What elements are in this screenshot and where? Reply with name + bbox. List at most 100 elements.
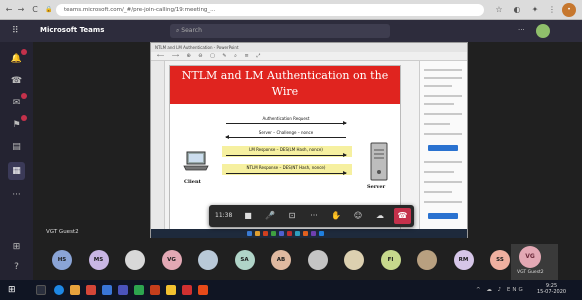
browser-profile-avatar[interactable]: • [562, 3, 576, 17]
panel-line [424, 181, 462, 183]
teams-icon[interactable]: ⚑ [8, 115, 27, 134]
participant-avatar[interactable] [417, 250, 437, 270]
extension-icon[interactable]: ✦ [530, 5, 540, 15]
word-icon[interactable] [102, 285, 112, 295]
browser-menu-icon[interactable]: ⋮ [547, 5, 557, 15]
notification-badge [21, 93, 27, 99]
self-video-tile: VG VGT Guest2 [511, 244, 558, 280]
taskbar-app-icon [271, 231, 276, 236]
participant-avatar[interactable]: MS [88, 250, 109, 270]
participant-avatar[interactable]: FI [380, 250, 401, 270]
participant-avatar[interactable]: SA [234, 250, 255, 270]
participant-avatar[interactable]: VG [161, 250, 182, 270]
participant-avatar[interactable] [344, 250, 364, 270]
browser-toolbar: ← → C 🔒 teams.microsoft.com/_#/pre-join-… [0, 0, 582, 20]
activity-icon[interactable]: 🔔 [8, 49, 27, 68]
more-apps-icon[interactable]: ··· [8, 186, 25, 204]
arrow-to-server [226, 153, 347, 157]
panel-line [424, 123, 450, 125]
participant-avatar[interactable]: HS [52, 250, 72, 270]
server-label: Server [367, 184, 386, 190]
panel-line [424, 77, 462, 79]
windows-taskbar: ⊞ ^ ☁ ♪ ENG 9:25 15-07-2020 [0, 280, 582, 300]
system-clock[interactable]: 9:25 15-07-2020 [537, 283, 566, 295]
raise-hand-icon[interactable]: ✋ [329, 209, 343, 223]
participant-avatar[interactable] [198, 250, 218, 270]
extension-icon[interactable]: ◐ [512, 5, 522, 15]
bookmark-star-icon[interactable]: ☆ [494, 5, 504, 15]
panel-line [424, 171, 454, 173]
shared-window-title: NTLM and LM Authentication - PowerPoint [151, 43, 467, 52]
notification-badge [21, 49, 27, 55]
forward-icon[interactable]: → [16, 5, 26, 15]
shared-toolbar: ⟵ ⟶ ⊕ ⊖ ▢ ✎ ⌕ ≡ ⤢ [151, 52, 467, 61]
files-icon[interactable]: ▤ [8, 138, 25, 156]
app-icon[interactable] [134, 285, 144, 295]
message-label: Authentication Request [262, 116, 310, 121]
teams-icon[interactable] [118, 285, 128, 295]
app-icon[interactable] [166, 285, 176, 295]
panel-line [424, 69, 462, 71]
file-explorer-icon[interactable] [70, 285, 80, 295]
participant-avatar[interactable] [307, 250, 328, 270]
panel-line [424, 85, 452, 87]
taskbar-app-icon [247, 231, 252, 236]
participant-avatar[interactable]: SS [490, 250, 510, 270]
participant-avatar[interactable]: AB [271, 250, 291, 270]
shared-taskbar [151, 229, 467, 238]
app-icon[interactable] [182, 285, 192, 295]
calendar-icon[interactable]: ▦ [8, 162, 25, 180]
system-tray[interactable]: ^ ☁ ♪ ENG [476, 287, 525, 293]
windows-start-icon[interactable]: ⊞ [8, 285, 18, 295]
panel-line [424, 191, 452, 193]
panel-button[interactable] [428, 213, 458, 219]
panel-button[interactable] [428, 145, 458, 151]
chrome-icon[interactable] [54, 285, 64, 295]
slide-thumbnails [151, 61, 165, 237]
powerpoint-icon[interactable] [150, 285, 160, 295]
search-input[interactable]: ⌕ Search [170, 24, 390, 38]
app-icon[interactable] [86, 285, 96, 295]
arrow-to-client [225, 135, 346, 139]
participant-avatar[interactable]: RM [453, 250, 474, 270]
search-icon[interactable] [36, 285, 46, 295]
panel-line [424, 161, 462, 163]
app-launcher-icon[interactable]: ⠿ [12, 26, 22, 36]
clock-date: 15-07-2020 [537, 289, 567, 295]
taskbar-app-icon [303, 231, 308, 236]
apps-icon[interactable]: ⊞ [8, 238, 25, 256]
more-actions-icon[interactable]: ··· [307, 209, 321, 223]
user-avatar[interactable] [536, 24, 550, 38]
back-icon[interactable]: ← [4, 5, 14, 15]
app-icon[interactable] [198, 285, 208, 295]
self-name: VGT Guest2 [517, 270, 544, 275]
calls-icon[interactable]: ☎ [8, 72, 25, 90]
chat-icon[interactable]: ✉ [8, 93, 27, 112]
panel-line [424, 133, 462, 135]
participant-avatar[interactable] [125, 250, 145, 270]
address-bar[interactable]: teams.microsoft.com/_#/pre-join-calling/… [56, 4, 484, 16]
panel-line [424, 95, 462, 97]
arrow-to-server [226, 171, 347, 175]
panel-line [424, 113, 462, 115]
camera-icon[interactable]: ■ [241, 209, 255, 223]
more-options-icon[interactable]: ··· [518, 26, 525, 34]
help-icon[interactable]: ? [8, 258, 25, 276]
share-screen-icon[interactable]: ⊡ [285, 209, 299, 223]
panel-line [424, 201, 462, 203]
app-title: Microsoft Teams [40, 26, 105, 34]
participants-icon[interactable]: ☁ [373, 209, 387, 223]
search-placeholder: Search [181, 27, 202, 34]
taskbar-app-icon [263, 231, 268, 236]
reload-icon[interactable]: C [30, 5, 40, 15]
reactions-icon[interactable]: ☺ [351, 209, 365, 223]
hang-up-button[interactable]: ☎ [394, 208, 411, 224]
microphone-icon[interactable]: 🎤 [263, 209, 277, 223]
app-rail: 🔔 ☎ ✉ ⚑ ▤ ▦ ··· ⊞ ? [0, 42, 33, 280]
side-panel [419, 61, 467, 237]
client-label: Client [184, 179, 201, 185]
message-label: Server – Challenge – nonce [258, 130, 314, 135]
arrow-to-server [226, 121, 347, 125]
server-icon [370, 142, 388, 181]
taskbar-app-icon [255, 231, 260, 236]
